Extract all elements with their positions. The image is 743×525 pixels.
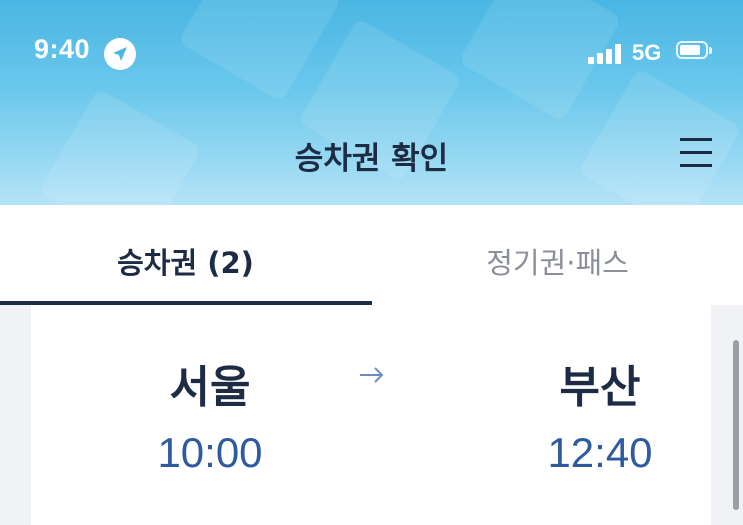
network-type: 5G bbox=[632, 40, 662, 65]
ticket-card[interactable]: 서울 부산 10:00 12:40 bbox=[31, 305, 711, 525]
scrollbar[interactable] bbox=[733, 340, 739, 510]
location-arrow-icon bbox=[104, 38, 136, 70]
status-bar: 9:40 5G bbox=[0, 0, 743, 100]
tab-label: 정기권·패스 bbox=[486, 246, 629, 280]
hamburger-menu-icon[interactable] bbox=[676, 134, 716, 172]
tab-bar: 승차권 (2) 정기권·패스 bbox=[0, 205, 743, 305]
cellular-signal-icon bbox=[588, 42, 624, 64]
departure-station: 서울 bbox=[169, 362, 251, 413]
arrival-time: 12:40 bbox=[547, 429, 653, 476]
header: 9:40 5G 승차권 확인 bbox=[0, 0, 743, 205]
status-time: 9:40 bbox=[34, 34, 91, 64]
arrival-station: 부산 bbox=[559, 362, 641, 413]
departure-time: 10:00 bbox=[157, 429, 263, 476]
right-arrow-icon bbox=[360, 367, 384, 383]
tab-tickets[interactable]: 승차권 (2) bbox=[0, 205, 371, 305]
tab-label: 승차권 (2) bbox=[117, 246, 254, 280]
page-title: 승차권 확인 bbox=[294, 141, 449, 177]
battery-icon bbox=[676, 41, 712, 63]
tab-passes[interactable]: 정기권·패스 bbox=[372, 205, 743, 305]
